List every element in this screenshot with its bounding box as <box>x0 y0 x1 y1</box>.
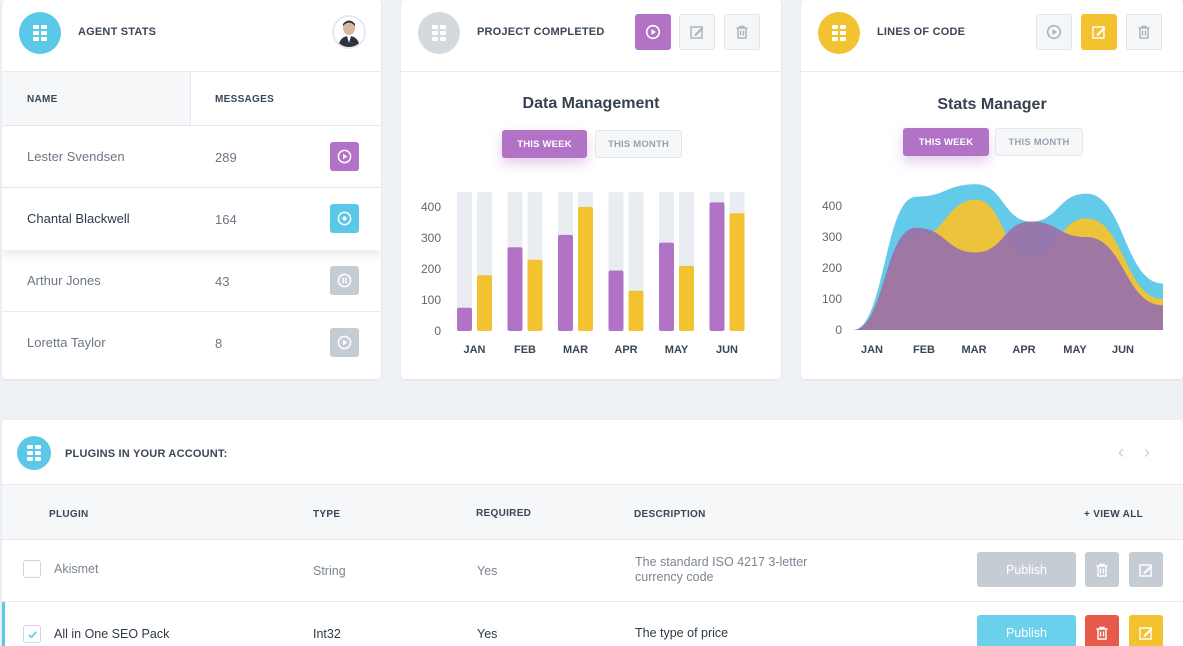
plugin-type: String <box>313 564 346 578</box>
card-header: PLUGINS IN YOUR ACCOUNT: ‹ › <box>2 420 1183 484</box>
y-tick-label: 300 <box>421 231 441 245</box>
table-row[interactable]: Lester Svendsen 289 <box>2 126 381 188</box>
bar <box>457 307 472 331</box>
column-type: TYPE <box>313 509 341 520</box>
agent-name: Chantal Blackwell <box>27 211 130 226</box>
lines-of-code-card: LINES OF CODE Stats Manager THIS WEEK TH… <box>801 0 1183 379</box>
x-tick-label: JAN <box>861 344 883 356</box>
x-tick-label: APR <box>1012 344 1035 356</box>
x-tick-label: MAY <box>665 344 689 356</box>
plugin-type: Int32 <box>313 627 341 641</box>
stop-circle-icon[interactable] <box>330 204 359 233</box>
bar <box>578 207 593 331</box>
x-tick-label: FEB <box>913 344 935 356</box>
bar <box>679 265 694 331</box>
x-tick-label: JUN <box>1112 344 1134 356</box>
bar <box>477 275 492 331</box>
x-tick-label: APR <box>614 344 637 356</box>
publish-button[interactable]: Publish <box>977 552 1076 587</box>
y-tick-label: 100 <box>421 293 441 307</box>
edit-button[interactable] <box>1129 615 1163 646</box>
delete-button[interactable] <box>1085 615 1119 646</box>
bar <box>608 270 624 331</box>
play-circle-icon[interactable] <box>330 142 359 171</box>
y-tick-label: 300 <box>822 230 842 244</box>
agent-name: Loretta Taylor <box>27 335 106 350</box>
row-checkbox[interactable] <box>23 560 41 578</box>
x-tick-label: JAN <box>463 344 485 356</box>
agent-name: Lester Svendsen <box>27 149 125 164</box>
y-tick-label: 100 <box>822 292 842 306</box>
y-tick-label: 400 <box>421 200 441 214</box>
agent-name: Arthur Jones <box>27 273 101 288</box>
bar <box>527 259 543 331</box>
chevron-right-icon[interactable]: › <box>1144 442 1150 463</box>
edit-icon <box>1139 626 1153 640</box>
column-messages: MESSAGES <box>215 94 275 105</box>
table-row[interactable]: Chantal Blackwell 164 <box>2 188 381 250</box>
table-row[interactable]: Arthur Jones 43 <box>2 250 381 312</box>
column-plugin: PLUGIN <box>49 509 89 520</box>
plugin-required: Yes <box>477 564 498 578</box>
checkmark-icon <box>27 630 37 638</box>
y-tick-label: 0 <box>434 324 441 338</box>
column-description: DESCRIPTION <box>634 509 706 520</box>
agent-messages: 289 <box>215 150 237 165</box>
edit-button[interactable] <box>1129 552 1163 587</box>
row-checkbox[interactable] <box>23 625 41 643</box>
table-row[interactable]: Akismet String Yes The standard ISO 4217… <box>2 540 1183 602</box>
table-header: NAME MESSAGES <box>2 72 381 126</box>
plugins-card: PLUGINS IN YOUR ACCOUNT: ‹ › PLUGIN TYPE… <box>2 420 1183 646</box>
project-completed-card: PROJECT COMPLETED Data Management THIS W… <box>401 0 781 379</box>
x-tick-label: MAY <box>1063 344 1087 356</box>
y-tick-label: 200 <box>421 262 441 276</box>
avatar-person-icon <box>338 20 360 47</box>
card-title: AGENT STATS <box>78 26 157 38</box>
x-tick-label: MAR <box>563 344 588 356</box>
play-circle-icon[interactable] <box>330 328 359 357</box>
chevron-left-icon[interactable]: ‹ <box>1118 442 1124 463</box>
column-required: REQUIRED <box>476 508 532 519</box>
y-tick-label: 200 <box>822 261 842 275</box>
pause-circle-icon[interactable] <box>330 266 359 295</box>
card-header: AGENT STATS <box>2 0 381 72</box>
plugin-description: The standard ISO 4217 3-letter currency … <box>635 555 808 584</box>
column-name: NAME <box>27 94 58 105</box>
trash-icon <box>1096 626 1108 640</box>
view-all-link[interactable]: + VIEW ALL <box>1084 509 1143 520</box>
edit-icon <box>1139 563 1153 577</box>
delete-button[interactable] <box>1085 552 1119 587</box>
area-chart: 0 100 200 300 400 JAN FEB MAR APR MAY JUN <box>822 184 1163 356</box>
plugin-name: Akismet <box>54 562 99 576</box>
table-header: PLUGIN TYPE REQUIRED DESCRIPTION + VIEW … <box>2 484 1183 540</box>
agent-messages: 8 <box>215 336 223 351</box>
card-title: PLUGINS IN YOUR ACCOUNT: <box>65 448 228 460</box>
bar-chart: 0 100 200 300 400 JAN FEB MAR APR MAY JUN <box>421 192 745 356</box>
x-tick-label: MAR <box>961 344 986 356</box>
agent-messages: 164 <box>215 212 237 227</box>
agent-stats-card: AGENT STATS NAME MESSAGES Lester Svendse… <box>2 0 381 379</box>
bar <box>709 202 725 331</box>
publish-button[interactable]: Publish <box>977 615 1076 646</box>
x-tick-label: FEB <box>514 344 536 356</box>
bar <box>659 242 674 331</box>
bar <box>507 247 523 331</box>
plugin-required: Yes <box>477 627 498 641</box>
grid-icon <box>19 12 61 54</box>
table-row[interactable]: Loretta Taylor 8 <box>2 312 381 374</box>
plugin-description: The type of price <box>635 626 729 640</box>
agent-messages: 43 <box>215 274 230 289</box>
y-tick-label: 0 <box>835 323 842 337</box>
trash-icon <box>1096 563 1108 577</box>
plugin-name: All in One SEO Pack <box>54 627 170 641</box>
bar <box>729 213 745 331</box>
avatar[interactable] <box>332 15 366 49</box>
table-row[interactable]: All in One SEO Pack Int32 Yes The type o… <box>2 602 1183 646</box>
y-tick-label: 400 <box>822 199 842 213</box>
x-tick-label: JUN <box>716 344 738 356</box>
bar <box>628 290 644 331</box>
bar <box>558 234 573 331</box>
grid-icon <box>17 436 51 470</box>
